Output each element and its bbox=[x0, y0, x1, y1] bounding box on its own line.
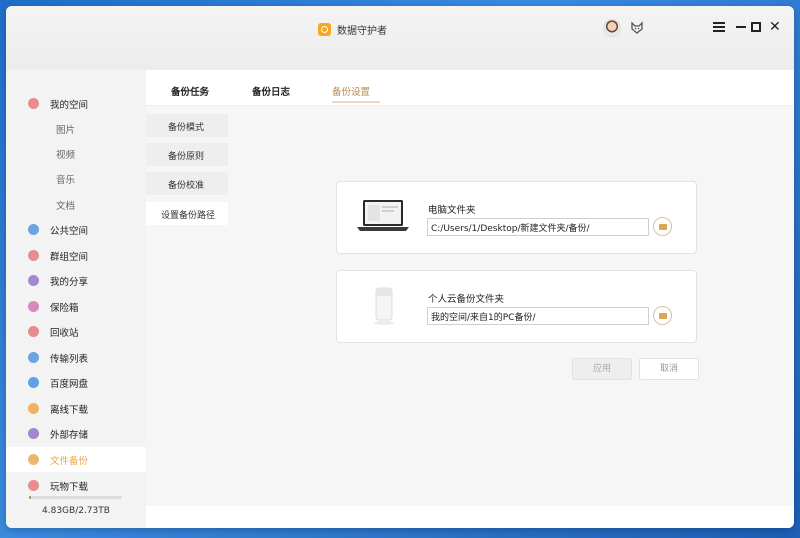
tab-backup-settings[interactable]: 备份设置 bbox=[332, 84, 370, 98]
wanwu-download-icon bbox=[28, 480, 39, 491]
public-space-icon bbox=[28, 224, 39, 235]
settings-content: 备份模式 备份原则 备份校准 设置备份路径 电脑文件夹 C:/Users/1/D… bbox=[146, 106, 794, 506]
minimize-icon[interactable] bbox=[736, 22, 746, 32]
sidebar-item-label: 音乐 bbox=[56, 175, 76, 186]
recycle-bin-icon bbox=[28, 326, 39, 337]
group-space-icon bbox=[28, 250, 39, 261]
sidebar-item-label: 群组空间 bbox=[50, 252, 89, 263]
sidebar-item-transfer-list[interactable]: 传输列表 bbox=[6, 345, 146, 370]
safe-box-icon bbox=[28, 301, 39, 312]
sidebar-item-label: 传输列表 bbox=[50, 354, 89, 365]
app-title-text: 数据守护者 bbox=[337, 25, 387, 37]
sidebar-item-my-share[interactable]: 我的分享 bbox=[6, 268, 146, 293]
title-bar: 数据守护者 ✕ bbox=[6, 6, 794, 70]
external-storage-icon bbox=[28, 428, 39, 439]
storage-usage-fill bbox=[29, 496, 31, 499]
sidebar-item-label: 百度网盘 bbox=[50, 379, 89, 390]
cloud-device-icon bbox=[374, 287, 394, 325]
subnav-backup-principle[interactable]: 备份原则 bbox=[146, 143, 228, 167]
sidebar-item-baidu-netdisk[interactable]: 百度网盘 bbox=[6, 370, 146, 395]
active-tab-underline bbox=[332, 101, 380, 103]
app-window: 数据守护者 ✕ 我的空间图片视频音乐文档公共空间群组空间我的分享保险箱回收站传输… bbox=[6, 6, 794, 528]
close-icon[interactable]: ✕ bbox=[769, 20, 781, 34]
sidebar-item-public-space[interactable]: 公共空间 bbox=[6, 217, 146, 242]
cloud-folder-card: 个人云备份文件夹 bbox=[336, 270, 697, 343]
sidebar-item-music[interactable]: 音乐 bbox=[6, 166, 146, 191]
file-backup-icon bbox=[28, 454, 39, 465]
user-avatar[interactable] bbox=[603, 19, 621, 37]
sidebar-item-label: 视频 bbox=[56, 150, 76, 161]
storage-usage-text: 4.83GB/2.73TB bbox=[42, 506, 110, 516]
tab-backup-tasks[interactable]: 备份任务 bbox=[171, 84, 209, 98]
sidebar-item-documents[interactable]: 文档 bbox=[6, 192, 146, 217]
offline-download-icon bbox=[28, 403, 39, 414]
sidebar-item-videos[interactable]: 视频 bbox=[6, 141, 146, 166]
apply-button[interactable]: 应用 bbox=[572, 358, 632, 380]
app-logo-icon bbox=[318, 22, 331, 36]
sidebar-item-recycle-bin[interactable]: 回收站 bbox=[6, 319, 146, 344]
sidebar-item-label: 玩物下载 bbox=[50, 482, 89, 493]
sidebar-item-label: 我的分享 bbox=[50, 277, 89, 288]
sidebar-item-my-space[interactable]: 我的空间 bbox=[6, 91, 146, 116]
sidebar-item-external-storage[interactable]: 外部存储 bbox=[6, 421, 146, 446]
cloud-folder-browse-button[interactable] bbox=[653, 306, 672, 325]
tab-backup-log[interactable]: 备份日志 bbox=[252, 84, 290, 98]
sidebar-item-wanwu-download[interactable]: 玩物下载 bbox=[6, 473, 146, 498]
sidebar-item-file-backup[interactable]: 文件备份 bbox=[6, 447, 146, 472]
laptop-icon bbox=[357, 200, 409, 231]
sidebar-item-label: 文档 bbox=[56, 201, 76, 212]
my-space-icon bbox=[28, 98, 39, 109]
subnav-label: 备份模式 bbox=[168, 123, 205, 133]
app-title: 数据守护者 bbox=[318, 20, 387, 38]
sidebar-item-group-space[interactable]: 群组空间 bbox=[6, 243, 146, 268]
cancel-button[interactable]: 取消 bbox=[639, 358, 699, 380]
cloud-folder-path-input[interactable] bbox=[427, 307, 649, 325]
cloud-folder-title: 个人云备份文件夹 bbox=[428, 294, 505, 305]
subnav-label: 设置备份路径 bbox=[161, 211, 216, 221]
baidu-netdisk-icon bbox=[28, 377, 39, 388]
sidebar-item-offline-download[interactable]: 离线下载 bbox=[6, 396, 146, 421]
sidebar: 我的空间图片视频音乐文档公共空间群组空间我的分享保险箱回收站传输列表百度网盘离线… bbox=[6, 70, 146, 528]
pc-folder-card: 电脑文件夹 bbox=[336, 181, 697, 254]
sidebar-item-label: 回收站 bbox=[50, 328, 79, 339]
subnav-backup-path[interactable]: 设置备份路径 bbox=[146, 202, 228, 226]
fox-icon[interactable] bbox=[630, 21, 644, 35]
my-share-icon bbox=[28, 275, 39, 286]
pc-folder-browse-button[interactable] bbox=[653, 217, 672, 236]
sidebar-item-label: 保险箱 bbox=[50, 303, 79, 314]
pc-folder-path-input[interactable] bbox=[427, 218, 649, 236]
storage-usage-bar bbox=[29, 496, 122, 499]
sidebar-item-pictures[interactable]: 图片 bbox=[6, 116, 146, 141]
subnav-backup-mode[interactable]: 备份模式 bbox=[146, 114, 228, 138]
sidebar-item-label: 我的空间 bbox=[50, 100, 89, 111]
settings-subnav: 备份模式 备份原则 备份校准 设置备份路径 bbox=[146, 106, 228, 506]
maximize-icon[interactable] bbox=[751, 22, 761, 32]
pc-folder-title: 电脑文件夹 bbox=[428, 205, 476, 216]
sidebar-item-label: 公共空间 bbox=[50, 226, 89, 237]
sidebar-item-safe-box[interactable]: 保险箱 bbox=[6, 294, 146, 319]
subnav-label: 备份校准 bbox=[168, 181, 205, 191]
sidebar-item-label: 外部存储 bbox=[50, 430, 89, 441]
subnav-backup-calibration[interactable]: 备份校准 bbox=[146, 172, 228, 196]
tab-bar: 备份任务 备份日志 备份设置 bbox=[146, 70, 794, 106]
sidebar-item-label: 图片 bbox=[56, 125, 76, 136]
sidebar-item-label: 文件备份 bbox=[50, 456, 89, 467]
transfer-list-icon bbox=[28, 352, 39, 363]
watermark-logo-icon bbox=[685, 494, 788, 518]
subnav-label: 备份原则 bbox=[168, 152, 205, 162]
menu-icon[interactable] bbox=[713, 22, 725, 32]
sidebar-item-label: 离线下载 bbox=[50, 405, 89, 416]
